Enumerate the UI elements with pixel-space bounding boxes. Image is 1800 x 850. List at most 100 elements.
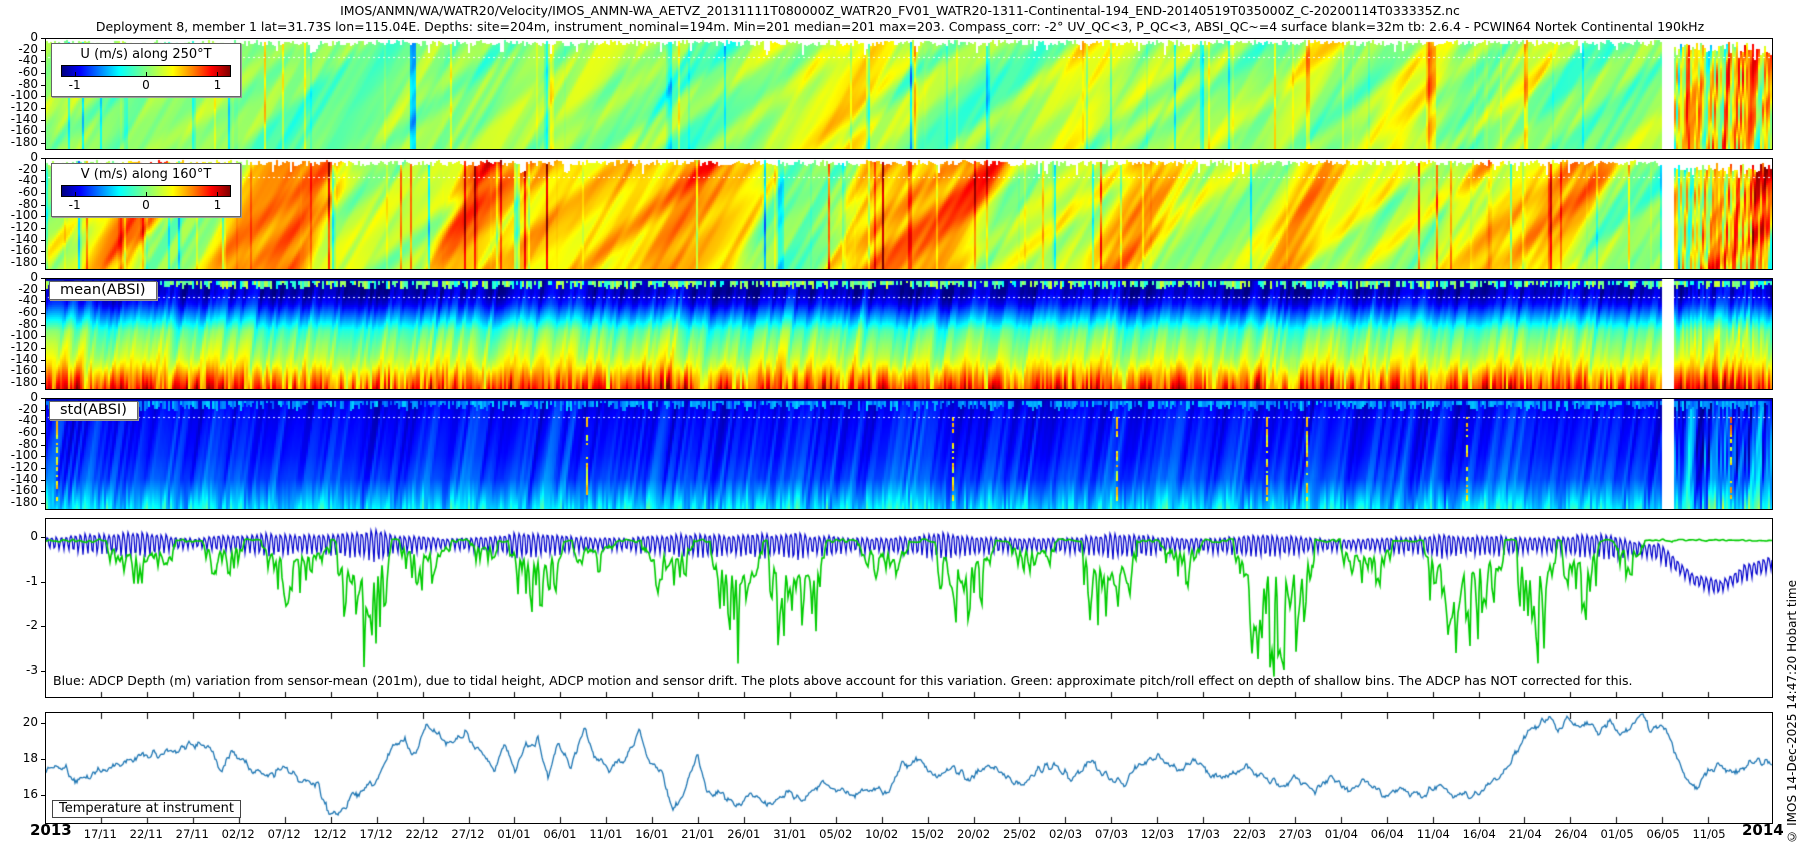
y-tick-label: 16 [0, 788, 38, 801]
x-tick-label: 17/03 [1187, 827, 1220, 841]
y-tick-mark [41, 371, 45, 372]
y-tick-mark [41, 723, 45, 724]
x-tick-label: 27/12 [451, 827, 484, 841]
y-tick-mark [41, 143, 45, 144]
y-tick-mark [41, 336, 45, 337]
mean-absi-heatmap [46, 279, 1772, 389]
y-tick-mark [41, 537, 45, 538]
v-velocity-panel: V (m/s) along 160°T -1 0 1 [45, 158, 1773, 270]
y-tick-mark [41, 96, 45, 97]
y-tick-mark [41, 313, 45, 314]
u-colorbar-tick-labels: -1 0 1 [61, 78, 231, 92]
y-tick-label: 18 [0, 752, 38, 765]
colorbar-tick-mark [217, 72, 218, 77]
y-tick-label: 0 [0, 530, 38, 543]
y-tick-label: -2 [0, 619, 38, 632]
y-tick-mark [41, 181, 45, 182]
y-tick-mark [41, 193, 45, 194]
depth-variation-lines [46, 519, 1772, 697]
temperature-panel: Temperature at instrument [45, 712, 1773, 824]
std-absi-panel: std(ABSI) [45, 398, 1773, 510]
y-tick-mark [41, 325, 45, 326]
x-tick-label: 16/04 [1463, 827, 1496, 841]
y-tick-mark [41, 491, 45, 492]
u-legend-title: U (m/s) along 250°T [61, 47, 231, 62]
y-tick-mark [41, 301, 45, 302]
y-tick-mark [41, 456, 45, 457]
y-tick-mark [41, 383, 45, 384]
v-colorbar-tick-labels: -1 0 1 [61, 198, 231, 212]
x-tick-label: 01/05 [1601, 827, 1634, 841]
x-tick-label: 21/01 [681, 827, 714, 841]
x-tick-label: 01/04 [1325, 827, 1358, 841]
x-tick-label: 17/11 [84, 827, 117, 841]
x-tick-label: 02/12 [222, 827, 255, 841]
depth-variation-panel: Blue: ADCP Depth (m) variation from sens… [45, 518, 1773, 698]
x-tick-label: 06/01 [543, 827, 576, 841]
year-end-label: 2014 [1742, 821, 1784, 839]
v-colorbar-tick-label: 1 [214, 198, 222, 212]
u-colorbar [61, 65, 231, 77]
y-tick-label: -180 [0, 256, 38, 269]
v-colorbar-tick-label: 0 [142, 198, 150, 212]
y-tick-mark [41, 251, 45, 252]
y-tick-mark [41, 216, 45, 217]
v-legend-title: V (m/s) along 160°T [61, 167, 231, 182]
u-colorbar-tick-label: 0 [142, 78, 150, 92]
x-tick-label: 25/02 [1003, 827, 1036, 841]
v-velocity-heatmap [46, 159, 1772, 269]
y-tick-mark [41, 205, 45, 206]
temperature-label: Temperature at instrument [52, 800, 241, 818]
y-tick-mark [41, 73, 45, 74]
colorbar-tick-mark [146, 192, 147, 197]
y-tick-mark [41, 278, 45, 279]
x-tick-label: 22/12 [405, 827, 438, 841]
y-tick-mark [41, 108, 45, 109]
x-tick-label: 07/03 [1095, 827, 1128, 841]
u-velocity-panel: U (m/s) along 250°T -1 0 1 [45, 38, 1773, 150]
y-tick-mark [41, 50, 45, 51]
x-tick-label: 22/03 [1233, 827, 1266, 841]
colorbar-tick-mark [146, 72, 147, 77]
y-tick-mark [41, 131, 45, 132]
y-tick-mark [41, 503, 45, 504]
x-tick-label: 15/02 [911, 827, 944, 841]
x-tick-label: 21/04 [1509, 827, 1542, 841]
deployment-subtitle: Deployment 8, member 1 lat=31.73S lon=11… [0, 19, 1800, 34]
x-tick-label: 02/03 [1049, 827, 1082, 841]
colorbar-tick-mark [75, 72, 76, 77]
y-tick-label: -180 [0, 496, 38, 509]
depth-annotation: Blue: ADCP Depth (m) variation from sens… [53, 673, 1632, 688]
year-start-label: 2013 [30, 821, 72, 839]
x-tick-label: 01/01 [497, 827, 530, 841]
std-absi-label: std(ABSI) [49, 401, 138, 420]
x-tick-label: 22/11 [130, 827, 163, 841]
x-tick-label: 06/05 [1647, 827, 1680, 841]
x-tick-label: 16/01 [635, 827, 668, 841]
y-tick-mark [41, 61, 45, 62]
y-tick-mark [41, 626, 45, 627]
y-tick-label: -1 [0, 575, 38, 588]
x-tick-label: 11/04 [1417, 827, 1450, 841]
y-tick-mark [41, 158, 45, 159]
x-tick-label: 26/01 [727, 827, 760, 841]
x-tick-label: 20/02 [957, 827, 990, 841]
x-tick-label: 17/12 [360, 827, 393, 841]
y-tick-mark [41, 290, 45, 291]
y-tick-label: 20 [0, 716, 38, 729]
colorbar-tick-mark [217, 192, 218, 197]
x-tick-label: 06/04 [1371, 827, 1404, 841]
x-tick-label: 27/03 [1279, 827, 1312, 841]
temperature-line [46, 713, 1772, 823]
y-tick-mark [41, 582, 45, 583]
y-tick-mark [41, 433, 45, 434]
y-tick-mark [41, 468, 45, 469]
y-tick-mark [41, 170, 45, 171]
x-tick-label: 11/01 [589, 827, 622, 841]
x-tick-label: 11/05 [1692, 827, 1725, 841]
x-tick-label: 07/12 [268, 827, 301, 841]
x-tick-label: 12/03 [1141, 827, 1174, 841]
v-colorbar-legend: V (m/s) along 160°T -1 0 1 [51, 163, 241, 217]
y-tick-mark [41, 445, 45, 446]
y-tick-mark [41, 398, 45, 399]
